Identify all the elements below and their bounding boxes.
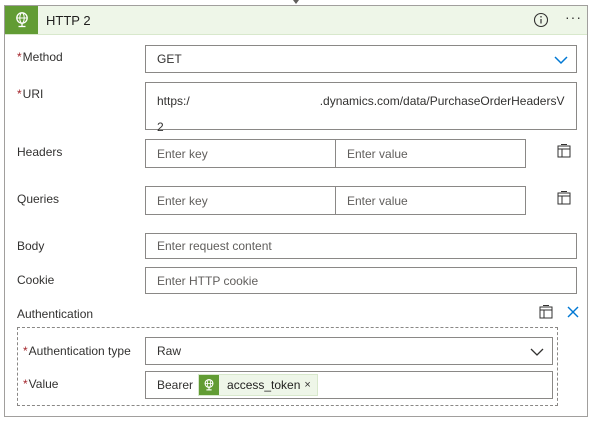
queries-value-input[interactable]: Enter value <box>335 186 526 215</box>
method-value: GET <box>157 52 182 66</box>
cookie-input[interactable]: Enter HTTP cookie <box>145 267 577 294</box>
value-label: *Value <box>23 377 59 391</box>
remove-authentication-icon[interactable] <box>567 306 579 318</box>
action-title[interactable]: HTTP 2 <box>46 13 91 28</box>
connector-arrow <box>293 0 299 4</box>
info-icon[interactable] <box>533 12 549 28</box>
method-label: *Method <box>17 50 63 64</box>
body-label: Body <box>17 239 45 253</box>
remove-token-icon[interactable]: × <box>304 379 316 391</box>
uri-text-end: .dynamics.com/data/PurchaseOrderHeadersV <box>319 94 565 108</box>
switch-to-text-mode-icon[interactable] <box>539 305 553 319</box>
cookie-label: Cookie <box>17 273 55 287</box>
authentication-type-value: Raw <box>157 344 182 358</box>
headers-key-input[interactable]: Enter key <box>145 139 336 168</box>
uri-text-start: https:/ <box>157 94 190 108</box>
chevron-down-icon <box>554 56 568 65</box>
more-options-icon[interactable]: ··· <box>565 9 582 25</box>
queries-label: Queries <box>17 192 60 206</box>
chevron-down-icon <box>530 348 544 356</box>
bearer-text: Bearer <box>157 378 194 392</box>
authentication-group: *Authentication type Raw *Value Bearer a… <box>17 327 558 406</box>
dynamic-content-token[interactable]: access_token × <box>198 374 318 396</box>
body-input[interactable]: Enter request content <box>145 233 577 259</box>
uri-label: *URI <box>17 87 44 101</box>
switch-to-text-mode-icon[interactable] <box>557 144 571 158</box>
authentication-type-label: *Authentication type <box>23 344 131 358</box>
uri-text-line2: 2 <box>157 120 164 134</box>
method-select[interactable]: GET <box>145 45 577 73</box>
uri-input[interactable]: https:/ .dynamics.com/data/PurchaseOrderH… <box>145 82 577 134</box>
switch-to-text-mode-icon[interactable] <box>557 191 571 205</box>
http-action-card: HTTP 2 ··· *Method GET *URI https:/ .dyna… <box>4 5 588 417</box>
card-header[interactable]: HTTP 2 ··· <box>5 6 587 35</box>
authentication-type-select[interactable]: Raw <box>145 337 553 365</box>
headers-label: Headers <box>17 145 63 159</box>
authentication-value-input[interactable]: Bearer access_token × <box>145 371 553 399</box>
globe-icon <box>5 6 38 34</box>
token-name: access_token <box>227 378 301 392</box>
queries-key-input[interactable]: Enter key <box>145 186 336 215</box>
globe-icon <box>199 375 220 395</box>
authentication-label: Authentication <box>17 307 94 321</box>
headers-value-input[interactable]: Enter value <box>335 139 526 168</box>
